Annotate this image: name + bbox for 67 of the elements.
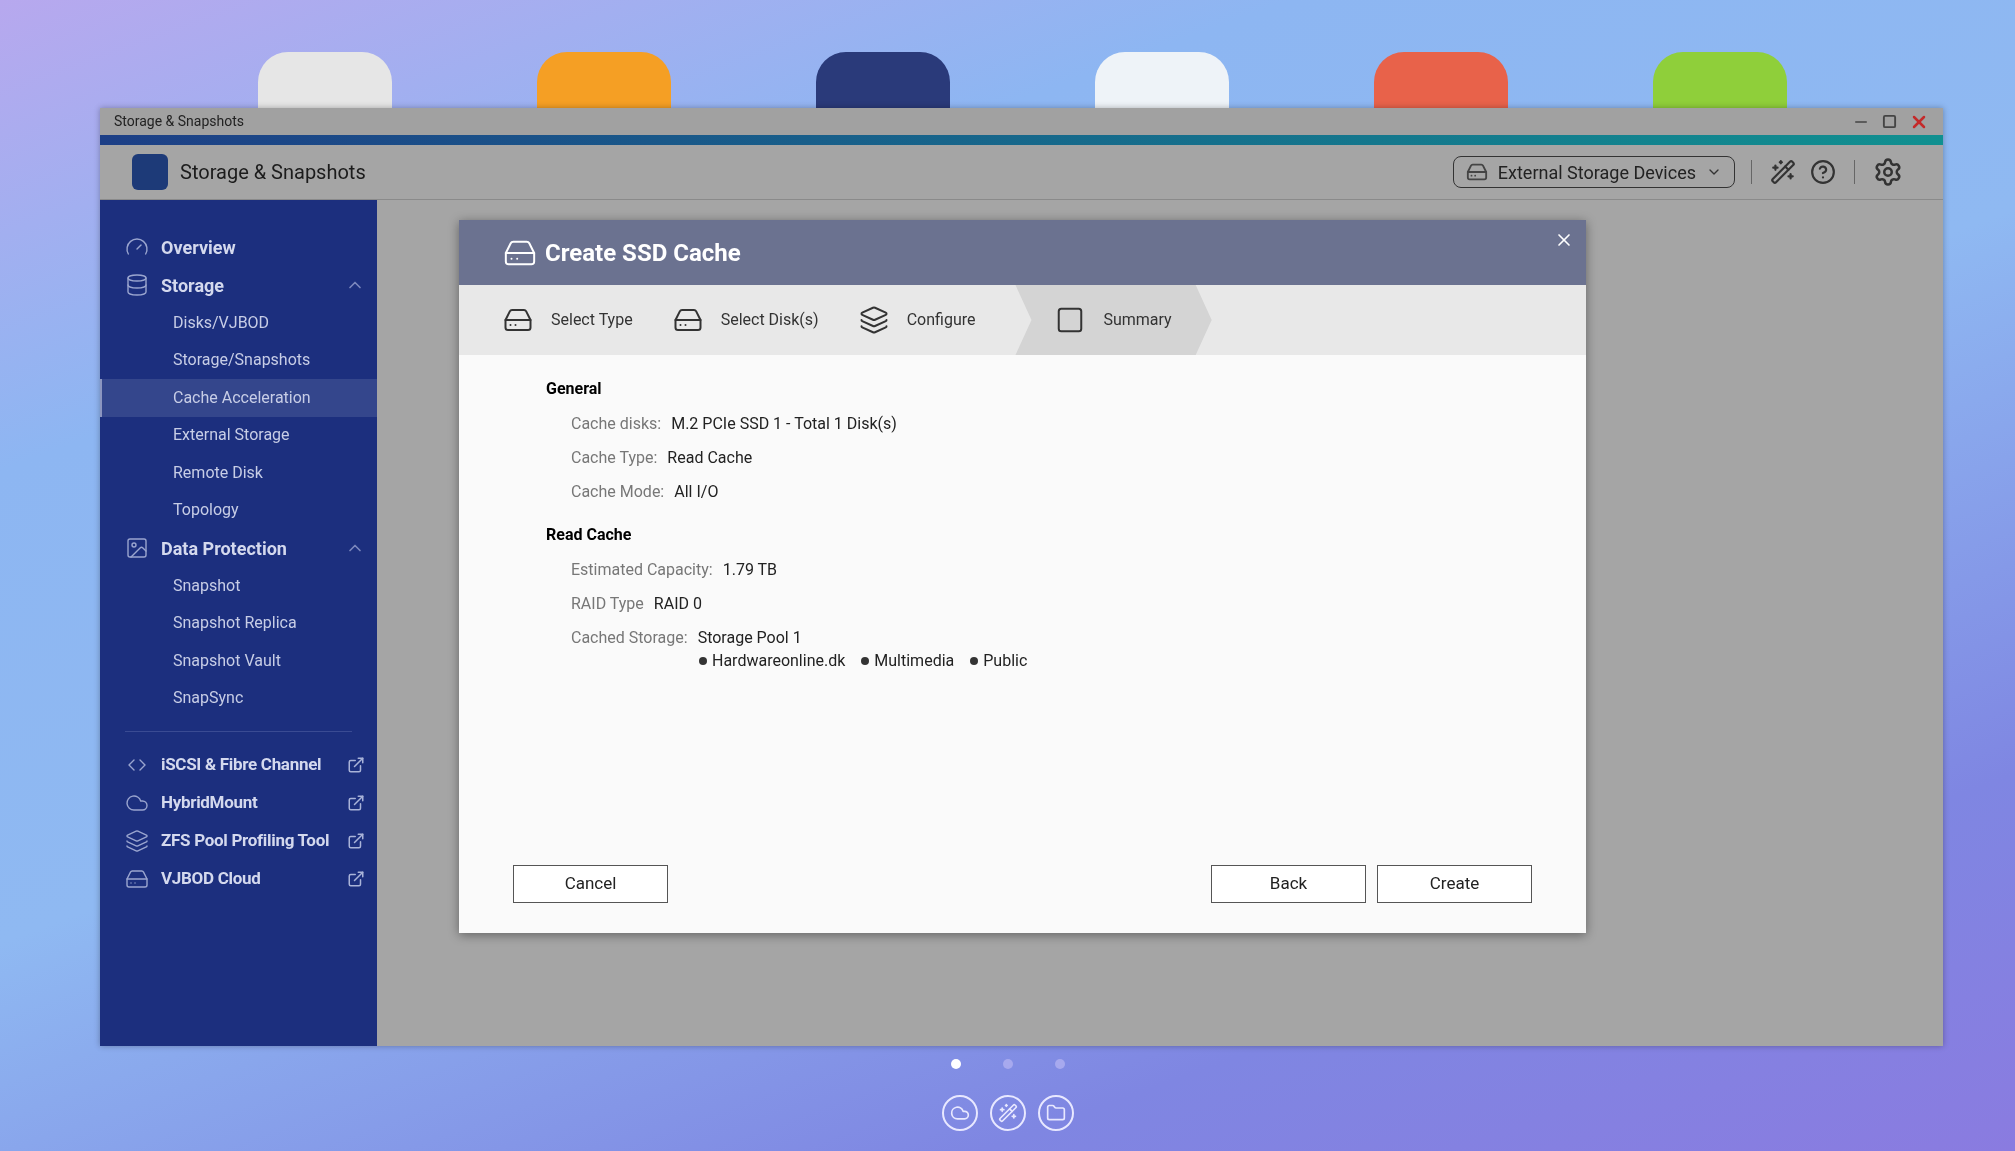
field-label: Estimated Capacity: bbox=[571, 559, 713, 581]
sidebar-item[interactable]: Data Protection bbox=[100, 529, 377, 567]
sidebar-subitem[interactable]: Snapshot Vault bbox=[100, 642, 377, 680]
app-icon[interactable] bbox=[816, 52, 950, 108]
dock-icon[interactable] bbox=[989, 1095, 1026, 1131]
wizard-step[interactable]: Summary bbox=[1015, 285, 1212, 355]
field-value: Storage Pool 1 bbox=[697, 627, 802, 649]
dock-icon[interactable] bbox=[1037, 1095, 1074, 1131]
sidebar-subitem[interactable]: SnapSync bbox=[100, 679, 377, 717]
help-icon[interactable] bbox=[1810, 159, 1836, 185]
sidebar-subitem[interactable]: Cache Acceleration bbox=[100, 379, 377, 417]
external-link-icon[interactable] bbox=[347, 832, 365, 850]
window-title: Storage & Snapshots bbox=[114, 112, 245, 131]
step-icon bbox=[858, 305, 889, 335]
sidebar-item[interactable]: Overview bbox=[100, 228, 377, 266]
sidebar-subitem[interactable]: Snapshot Replica bbox=[100, 604, 377, 642]
field-value: Read Cache bbox=[667, 447, 753, 469]
field-value: All I/O bbox=[674, 481, 719, 503]
sidebar-subitem[interactable]: Disks/VJBOD bbox=[100, 304, 377, 342]
volume-item: Hardwareonline.dk bbox=[699, 649, 846, 673]
sidebar-subitem[interactable]: Storage/Snapshots bbox=[100, 341, 377, 379]
create-button[interactable]: Create bbox=[1377, 865, 1532, 903]
dock-icon[interactable] bbox=[941, 1095, 978, 1131]
section-heading: General bbox=[546, 378, 603, 400]
sidebar-subitem[interactable]: Remote Disk bbox=[100, 454, 377, 492]
app-title: Storage & Snapshots bbox=[180, 159, 367, 186]
section-heading: Read Cache bbox=[546, 524, 633, 546]
app-logo-icon bbox=[132, 154, 168, 190]
field-value: M.2 PCIe SSD 1 - Total 1 Disk(s) bbox=[671, 413, 897, 435]
volume-item: Multimedia bbox=[861, 649, 955, 673]
sidebar-subitem[interactable]: Snapshot bbox=[100, 567, 377, 605]
sidebar-item-icon bbox=[125, 867, 149, 891]
cancel-button[interactable]: Cancel bbox=[513, 865, 668, 903]
sidebar-item-icon bbox=[125, 829, 149, 853]
external-link-icon[interactable] bbox=[347, 870, 365, 888]
bullet-icon bbox=[699, 657, 707, 665]
wizard-step[interactable]: Select Disk(s) bbox=[672, 285, 859, 355]
wizard-step[interactable]: Select Type bbox=[503, 285, 673, 355]
field-label: Cache disks: bbox=[571, 413, 662, 435]
volume-item: Public bbox=[970, 649, 1028, 673]
bullet-icon bbox=[970, 657, 979, 665]
sidebar-item[interactable]: VJBOD Cloud bbox=[100, 860, 377, 898]
wizard-step[interactable]: Configure bbox=[858, 285, 1016, 355]
sidebar-item-icon bbox=[125, 536, 149, 560]
maximize-icon[interactable] bbox=[1882, 114, 1897, 129]
sidebar-item[interactable]: Storage bbox=[100, 266, 377, 304]
field-value: 1.79 TB bbox=[722, 559, 778, 581]
dialog-title: Create SSD Cache bbox=[545, 237, 741, 269]
sidebar-item[interactable]: HybridMount bbox=[100, 784, 377, 822]
sidebar-subitem[interactable]: External Storage bbox=[100, 416, 377, 454]
bullet-icon bbox=[861, 657, 870, 665]
field-label: Cache Type: bbox=[571, 447, 658, 469]
field-label: Cached Storage: bbox=[571, 627, 688, 649]
settings-icon[interactable] bbox=[1873, 157, 1903, 187]
sidebar-item[interactable]: iSCSI & Fibre Channel bbox=[100, 746, 377, 784]
field-value: RAID 0 bbox=[653, 593, 702, 615]
sidebar-item[interactable]: ZFS Pool Profiling Tool bbox=[100, 822, 377, 860]
sidebar-subitem[interactable]: Topology bbox=[100, 491, 377, 529]
back-button[interactable]: Back bbox=[1211, 865, 1366, 903]
wand-icon[interactable] bbox=[1770, 159, 1796, 185]
field-label: RAID Type bbox=[571, 593, 644, 615]
field-label: Cache Mode: bbox=[571, 481, 665, 503]
external-link-icon[interactable] bbox=[347, 794, 365, 812]
device-selector[interactable]: External Storage Devices bbox=[1452, 156, 1735, 188]
drive-icon bbox=[1465, 161, 1488, 183]
external-link-icon[interactable] bbox=[347, 756, 365, 774]
sidebar-item-icon bbox=[125, 273, 149, 297]
